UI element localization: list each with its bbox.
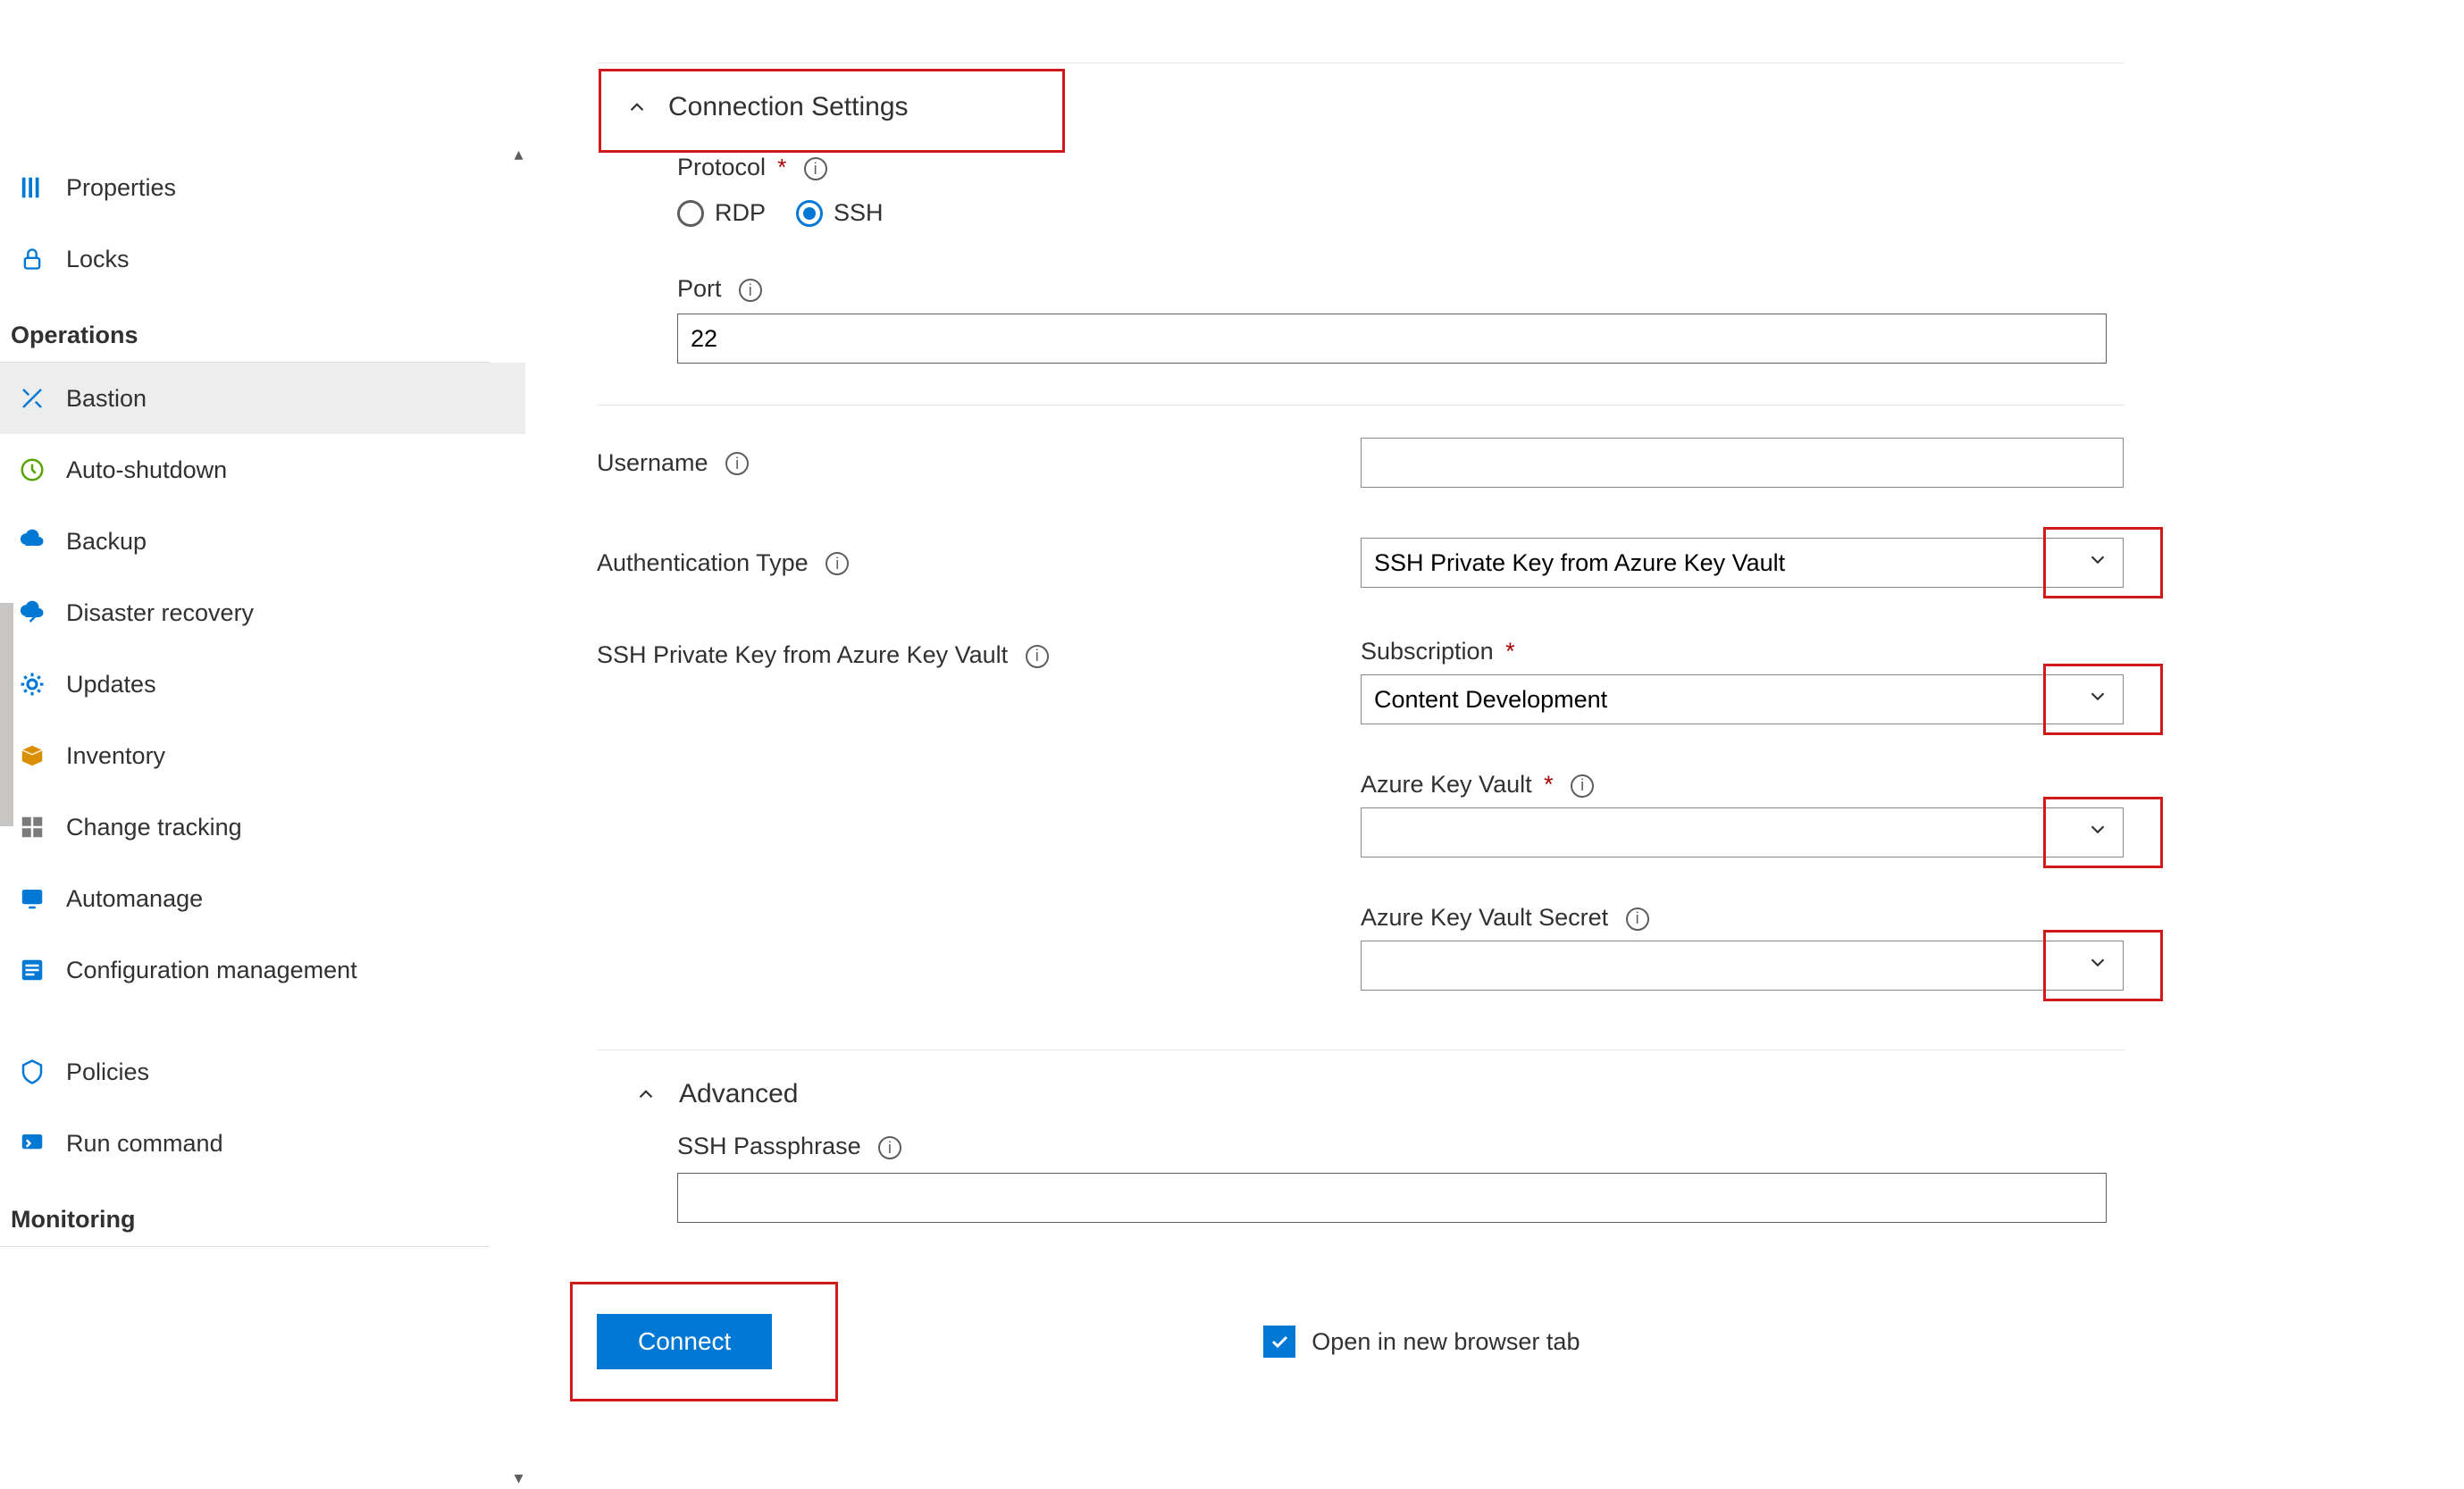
sidebar-item-label: Change tracking (66, 814, 242, 841)
sidebar-item-label: Policies (66, 1058, 149, 1086)
info-icon[interactable]: i (725, 452, 749, 475)
akv-secret-select[interactable] (1361, 941, 2124, 991)
properties-icon (16, 171, 48, 204)
clock-icon (16, 454, 48, 486)
sidebar-item-label: Auto-shutdown (66, 456, 227, 484)
scrollbar-thumb[interactable] (0, 603, 13, 826)
protocol-label: Protocol (677, 154, 766, 181)
info-icon[interactable]: i (878, 1136, 901, 1159)
highlight-subscription-chev (2043, 664, 2163, 735)
sidebar-item-label: Locks (66, 246, 130, 273)
auth-type-select[interactable] (1361, 538, 2124, 588)
sidebar-item-label: Inventory (66, 742, 165, 770)
sidebar-section-monitoring: Monitoring (0, 1179, 490, 1247)
username-label: Username (597, 449, 708, 476)
sidebar-item-inventory[interactable]: Inventory (0, 720, 525, 791)
sidebar-section-operations: Operations (0, 295, 490, 363)
sidebar-item-label: Disaster recovery (66, 599, 254, 627)
radio-label: RDP (715, 199, 766, 227)
protocol-ssh-radio[interactable]: SSH (796, 199, 884, 227)
inventory-icon (16, 740, 48, 772)
sidebar-item-disaster-recovery[interactable]: Disaster recovery (0, 577, 525, 648)
port-input[interactable] (677, 314, 2107, 364)
main-form: Connection Settings Protocol * i RDP SSH… (525, 0, 2464, 1489)
policies-icon (16, 1056, 48, 1088)
sidebar-item-configuration-management[interactable]: Configuration management (0, 934, 525, 1006)
advanced-label: Advanced (679, 1079, 798, 1109)
highlight-akv-secret-chev (2043, 930, 2163, 1001)
sidebar-item-label: Automanage (66, 885, 203, 913)
protocol-rdp-radio[interactable]: RDP (677, 199, 766, 227)
chevron-up-icon (633, 1083, 659, 1106)
akv-label: Azure Key Vault (1361, 771, 1532, 798)
sidebar-item-policies[interactable]: Policies (0, 1036, 525, 1108)
subscription-select[interactable] (1361, 674, 2124, 724)
info-icon[interactable]: i (1571, 774, 1594, 798)
configuration-icon (16, 954, 48, 986)
highlight-connection-settings (599, 69, 1065, 153)
sidebar-item-label: Bastion (66, 385, 147, 413)
required-asterisk: * (1544, 771, 1554, 798)
scroll-up-icon[interactable]: ▴ (512, 143, 525, 165)
info-icon[interactable]: i (804, 157, 827, 180)
sidebar-item-automanage[interactable]: Automanage (0, 863, 525, 934)
sidebar-item-backup[interactable]: Backup (0, 506, 525, 577)
change-tracking-icon (16, 811, 48, 843)
sidebar-item-properties[interactable]: Properties (0, 152, 525, 223)
sidebar-item-auto-shutdown[interactable]: Auto-shutdown (0, 434, 525, 506)
open-new-tab-label: Open in new browser tab (1312, 1328, 1580, 1356)
automanage-icon (16, 883, 48, 915)
info-icon[interactable]: i (1626, 908, 1649, 931)
sidebar: ▴ ▾ Properties Locks Operations Bastion (0, 0, 525, 1489)
bastion-icon (16, 382, 48, 414)
required-asterisk: * (1505, 638, 1515, 665)
port-label: Port (677, 275, 722, 303)
app-root: ▴ ▾ Properties Locks Operations Bastion (0, 0, 2464, 1489)
sidebar-item-bastion[interactable]: Bastion (0, 363, 525, 434)
info-icon[interactable]: i (1026, 645, 1049, 668)
lock-icon (16, 243, 48, 275)
disaster-recovery-icon (16, 597, 48, 629)
highlight-akv-chev (2043, 797, 2163, 868)
username-input[interactable] (1361, 438, 2124, 488)
sidebar-item-label: Configuration management (66, 957, 357, 984)
updates-icon (16, 668, 48, 700)
sidebar-item-change-tracking[interactable]: Change tracking (0, 791, 525, 863)
sidebar-item-updates[interactable]: Updates (0, 648, 525, 720)
passphrase-input[interactable] (677, 1173, 2107, 1223)
sidebar-item-locks[interactable]: Locks (0, 223, 525, 295)
sidebar-item-run-command[interactable]: Run command (0, 1108, 525, 1179)
info-icon[interactable]: i (826, 552, 849, 575)
akv-select[interactable] (1361, 807, 2124, 857)
sidebar-item-label: Backup (66, 528, 147, 556)
kv-section-label: SSH Private Key from Azure Key Vault (597, 641, 1008, 668)
scroll-down-icon[interactable]: ▾ (512, 1467, 525, 1489)
info-icon[interactable]: i (739, 279, 762, 302)
open-new-tab-checkbox[interactable] (1263, 1326, 1295, 1358)
passphrase-label: SSH Passphrase (677, 1133, 861, 1160)
highlight-auth-type-chev (2043, 527, 2163, 598)
advanced-header[interactable]: Advanced (597, 1050, 2125, 1133)
akv-secret-label: Azure Key Vault Secret (1361, 904, 1608, 931)
highlight-connect (570, 1282, 838, 1401)
sidebar-item-label: Properties (66, 174, 176, 202)
radio-label: SSH (834, 199, 884, 227)
sidebar-item-label: Run command (66, 1130, 223, 1158)
run-command-icon (16, 1127, 48, 1159)
sidebar-item-label: Updates (66, 671, 156, 698)
auth-type-label: Authentication Type (597, 549, 809, 576)
required-asterisk: * (777, 154, 786, 180)
backup-icon (16, 525, 48, 557)
subscription-label: Subscription (1361, 638, 1494, 665)
